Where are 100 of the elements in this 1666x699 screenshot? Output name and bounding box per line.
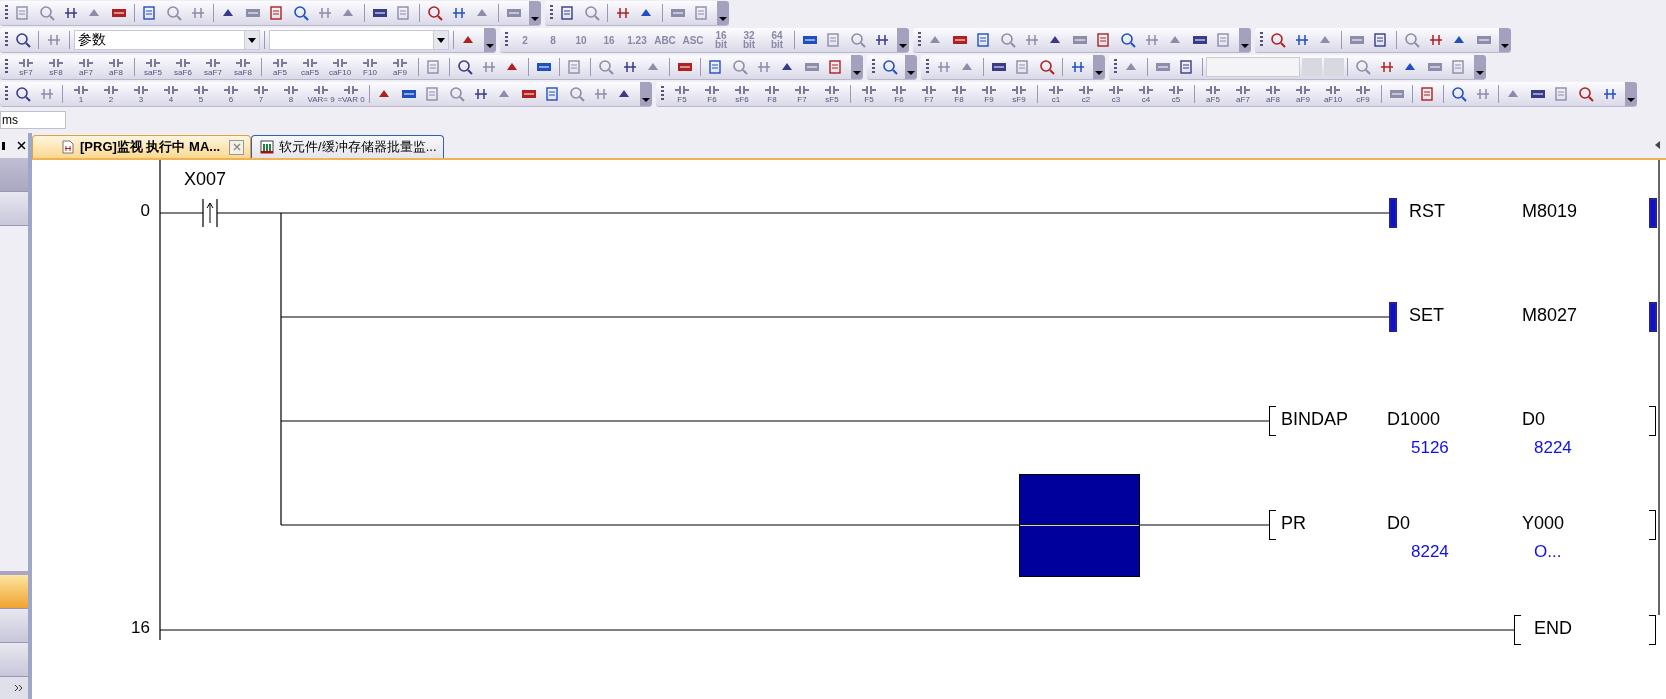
- function-key-button[interactable]: F7: [915, 83, 943, 105]
- toolbar-grip[interactable]: [918, 32, 921, 48]
- function-key-button[interactable]: F9: [975, 83, 1003, 105]
- function-key-button[interactable]: 1: [67, 83, 95, 105]
- ladder-symbol-icon: [313, 84, 329, 95]
- search-combo[interactable]: 参数: [74, 30, 260, 50]
- toolbar-grip[interactable]: [926, 59, 929, 75]
- toolbar-grip[interactable]: [5, 59, 8, 75]
- number-format-button[interactable]: 64 bit: [764, 29, 790, 51]
- tool-icon: [1038, 58, 1056, 76]
- function-key-button[interactable]: c4: [1132, 83, 1160, 105]
- close-button[interactable]: [229, 139, 245, 155]
- function-key-button[interactable]: =VAR 0: [337, 83, 365, 105]
- function-key-button[interactable]: F5: [855, 83, 883, 105]
- function-key-button[interactable]: saF8: [229, 56, 257, 78]
- function-key-button[interactable]: aF5: [1199, 83, 1227, 105]
- function-key-button[interactable]: aF5: [266, 56, 294, 78]
- toolbar-options-button[interactable]: [1625, 82, 1637, 106]
- document-tab[interactable]: [PRG]监视 执行中 MA...: [32, 135, 252, 158]
- toolbar-grip[interactable]: [5, 32, 8, 48]
- ladder-symbol-icon: [343, 84, 359, 95]
- toolbar-grip[interactable]: [661, 86, 664, 102]
- toolbar-grip[interactable]: [1114, 59, 1117, 75]
- input-field[interactable]: ms: [0, 111, 66, 129]
- tool-icon: [1577, 85, 1595, 103]
- close-icon[interactable]: [17, 141, 26, 150]
- function-key-button[interactable]: F6: [885, 83, 913, 105]
- function-key-button[interactable]: caF5: [296, 56, 324, 78]
- device-label: Y000: [1522, 513, 1565, 534]
- function-key-button[interactable]: sF6: [728, 83, 756, 105]
- toolbar-options-button[interactable]: [1474, 55, 1486, 79]
- function-key-button[interactable]: saF7: [199, 56, 227, 78]
- document-tab[interactable]: 软元件/缓冲存储器批量监...: [251, 135, 444, 158]
- panel-item[interactable]: [0, 643, 28, 677]
- toolbar-options-button[interactable]: [905, 55, 917, 79]
- function-key-button[interactable]: aF7: [1229, 83, 1257, 105]
- function-key-button[interactable]: VAR= 9: [307, 83, 335, 105]
- function-key-button[interactable]: 4: [157, 83, 185, 105]
- panel-item[interactable]: [0, 609, 28, 643]
- function-key-button[interactable]: aF9: [386, 56, 414, 78]
- toolbar-grip[interactable]: [5, 5, 8, 21]
- toolbar-options-button[interactable]: [1239, 28, 1251, 52]
- function-key-button[interactable]: c3: [1102, 83, 1130, 105]
- function-key-button[interactable]: sF8: [42, 56, 70, 78]
- toolbar-grip[interactable]: [5, 86, 8, 102]
- tool-icon: [731, 58, 749, 76]
- toolbar-options-button[interactable]: [717, 1, 729, 25]
- toolbar-options-button[interactable]: [1093, 55, 1105, 79]
- function-key-button[interactable]: 8: [277, 83, 305, 105]
- toolbar-options-button[interactable]: [640, 82, 652, 106]
- pin-icon[interactable]: [2, 141, 5, 150]
- input-field[interactable]: [1206, 57, 1300, 77]
- toolbar-grip[interactable]: [505, 32, 508, 48]
- toolbar-grip[interactable]: [550, 5, 553, 21]
- instruction-text: END: [1534, 618, 1572, 639]
- function-key-button[interactable]: aF10: [1319, 83, 1347, 105]
- toolbar-options-button[interactable]: [1499, 28, 1511, 52]
- instruction-text: BINDAP: [1281, 409, 1349, 430]
- panel-item[interactable]: [0, 192, 28, 226]
- function-key-button[interactable]: F8: [945, 83, 973, 105]
- function-key-button[interactable]: sF9: [1005, 83, 1033, 105]
- function-key-button[interactable]: F10: [356, 56, 384, 78]
- number-format-button[interactable]: 32 bit: [736, 29, 762, 51]
- value-label: 8224: [1534, 438, 1572, 458]
- toolbar-options-button[interactable]: [851, 55, 863, 79]
- function-key-button[interactable]: sF7: [12, 56, 40, 78]
- tool-icon: [849, 31, 867, 49]
- function-key-button[interactable]: 6: [217, 83, 245, 105]
- function-key-button[interactable]: aF8: [1259, 83, 1287, 105]
- function-key-button[interactable]: F5: [668, 83, 696, 105]
- function-key-button[interactable]: 2: [97, 83, 125, 105]
- function-key-button[interactable]: sF5: [818, 83, 846, 105]
- function-key-button[interactable]: aF7: [72, 56, 100, 78]
- function-key-button[interactable]: c1: [1042, 83, 1070, 105]
- function-key-button[interactable]: F8: [758, 83, 786, 105]
- function-key-button[interactable]: cF9: [1349, 83, 1377, 105]
- function-key-button[interactable]: caF10: [326, 56, 354, 78]
- function-key-button[interactable]: F6: [698, 83, 726, 105]
- close-icon: [232, 143, 241, 151]
- panel-item[interactable]: [0, 575, 28, 609]
- toolbar-options-button[interactable]: [897, 28, 909, 52]
- function-key-button[interactable]: F7: [788, 83, 816, 105]
- toolbar-grip[interactable]: [872, 59, 875, 75]
- rising-edge-contact-icon: [202, 198, 218, 228]
- scroll-left-icon[interactable]: [1655, 141, 1660, 149]
- function-key-button[interactable]: 3: [127, 83, 155, 105]
- tool-icon: [999, 31, 1017, 49]
- function-key-button[interactable]: c2: [1072, 83, 1100, 105]
- function-key-button[interactable]: 5: [187, 83, 215, 105]
- function-key-button[interactable]: c5: [1162, 83, 1190, 105]
- function-key-button[interactable]: saF5: [139, 56, 167, 78]
- function-key-button[interactable]: 7: [247, 83, 275, 105]
- function-key-button[interactable]: saF6: [169, 56, 197, 78]
- value-label: O...: [1534, 542, 1562, 562]
- function-key-button[interactable]: aF8: [102, 56, 130, 78]
- function-key-button[interactable]: aF9: [1289, 83, 1317, 105]
- toolbar-options-button[interactable]: [529, 1, 541, 25]
- toolbar-options-button[interactable]: [484, 28, 496, 52]
- ladder-symbol-icon: [674, 84, 690, 95]
- toolbar-grip[interactable]: [1260, 32, 1263, 48]
